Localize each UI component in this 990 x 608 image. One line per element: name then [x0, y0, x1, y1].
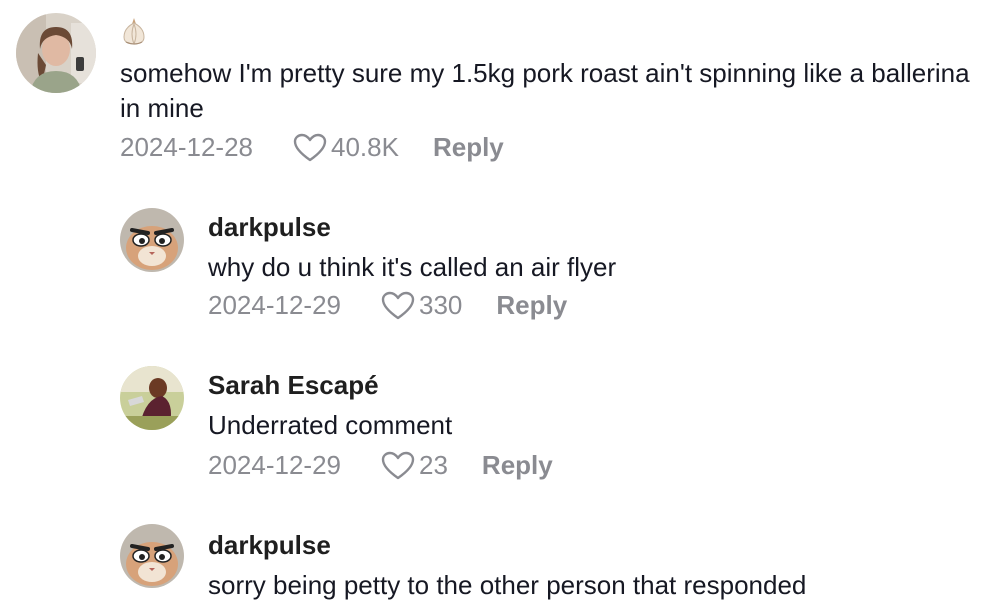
comment-meta: 2024-12-29 330 Reply — [208, 290, 567, 321]
like-count: 23 — [419, 450, 448, 480]
like-count: 40.8K — [331, 132, 399, 162]
comment-date: 2024-12-28 — [120, 132, 253, 162]
avatar[interactable] — [16, 13, 96, 93]
like-button[interactable]: 23 — [381, 450, 448, 481]
reply-button[interactable]: Reply — [482, 450, 553, 481]
garlic-emoji-icon — [120, 16, 148, 51]
cat-avatar-photo — [120, 524, 184, 588]
avatar[interactable] — [120, 208, 184, 272]
avatar[interactable] — [120, 366, 184, 430]
user-avatar-photo — [120, 366, 184, 430]
like-button[interactable]: 330 — [381, 290, 462, 321]
user-avatar-photo — [16, 13, 96, 93]
cat-avatar-photo — [120, 208, 184, 272]
comment-date: 2024-12-29 — [208, 290, 341, 320]
comment-meta: 2024-12-29 23 Reply — [208, 450, 553, 481]
heart-outline-icon — [293, 133, 327, 161]
heart-outline-icon — [381, 451, 415, 479]
username[interactable]: darkpulse — [208, 530, 331, 561]
username[interactable]: Sarah Escapé — [208, 370, 379, 401]
comment-2: darkpulse why do u think it's called an … — [0, 200, 990, 340]
reply-button[interactable]: Reply — [433, 132, 504, 163]
comment-meta: 2024-12-28 40.8K Reply — [120, 132, 504, 163]
like-button[interactable]: 40.8K — [293, 132, 399, 163]
comment-text: sorry being petty to the other person th… — [208, 570, 807, 600]
comment-text: why do u think it's called an air flyer — [208, 252, 617, 282]
username[interactable]: darkpulse — [208, 212, 331, 243]
comment-3: Sarah Escapé Underrated comment 2024-12-… — [0, 358, 990, 498]
like-count: 330 — [419, 290, 463, 320]
comment-date: 2024-12-29 — [208, 450, 341, 480]
comment-text: Underrated comment — [208, 410, 453, 440]
avatar[interactable] — [120, 524, 184, 588]
heart-outline-icon — [381, 291, 415, 319]
reply-button[interactable]: Reply — [496, 290, 567, 321]
comment-1: somehow I'm pretty sure my 1.5kg pork ro… — [0, 0, 990, 180]
comment-4: darkpulse sorry being petty to the other… — [0, 518, 990, 608]
comment-text: somehow I'm pretty sure my 1.5kg pork ro… — [120, 58, 970, 123]
